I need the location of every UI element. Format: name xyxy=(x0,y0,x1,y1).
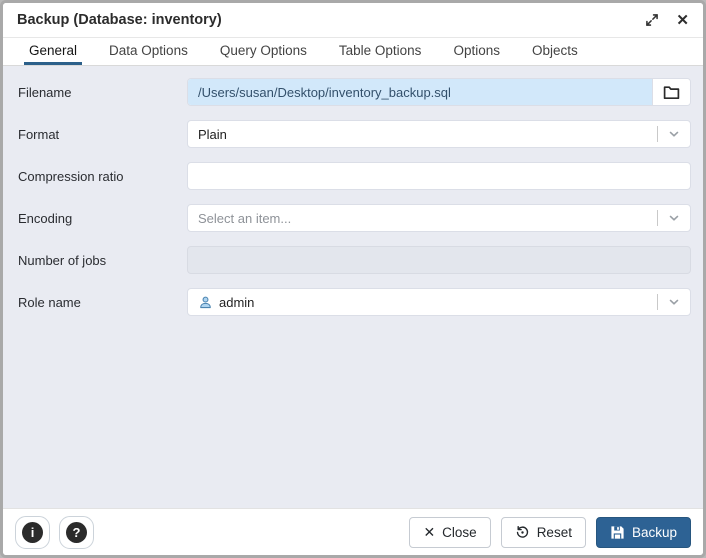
footer: i ? ✕ Close Reset xyxy=(3,508,703,555)
info-icon: i xyxy=(22,522,43,543)
format-label: Format xyxy=(15,127,187,142)
tab-query-options[interactable]: Query Options xyxy=(215,38,312,65)
filename-label: Filename xyxy=(15,85,187,100)
number-of-jobs-control xyxy=(187,246,691,274)
role-name-label: Role name xyxy=(15,295,187,310)
browse-file-button[interactable] xyxy=(652,79,690,105)
tab-options[interactable]: Options xyxy=(448,38,505,65)
role-name-select[interactable]: admin xyxy=(187,288,691,316)
titlebar: Backup (Database: inventory) ✕ xyxy=(3,3,703,38)
compression-ratio-control xyxy=(187,162,691,190)
dialog-title-object: inventory xyxy=(152,12,217,28)
maximize-icon[interactable] xyxy=(645,13,659,27)
compression-ratio-row: Compression ratio xyxy=(15,162,691,190)
encoding-label: Encoding xyxy=(15,211,187,226)
dialog-title-prefix: Backup (Database: xyxy=(17,12,152,28)
filename-row: Filename xyxy=(15,78,691,106)
tab-data-options[interactable]: Data Options xyxy=(104,38,193,65)
close-button-label: Close xyxy=(442,525,477,540)
backup-dialog: Backup (Database: inventory) ✕ General D… xyxy=(0,0,706,558)
role-name-value: admin xyxy=(219,295,657,310)
reset-button-label: Reset xyxy=(537,525,572,540)
compression-ratio-label: Compression ratio xyxy=(15,169,187,184)
filename-input[interactable] xyxy=(188,79,652,105)
filename-control xyxy=(187,78,691,106)
backup-button-label: Backup xyxy=(632,525,677,540)
help-button[interactable]: ? xyxy=(59,516,94,549)
info-button[interactable]: i xyxy=(15,516,50,549)
role-name-row: Role name admin xyxy=(15,288,691,316)
number-of-jobs-label: Number of jobs xyxy=(15,253,187,268)
number-of-jobs-input xyxy=(188,247,690,273)
save-icon xyxy=(610,525,625,540)
tab-objects[interactable]: Objects xyxy=(527,38,583,65)
close-x-icon: ✕ xyxy=(423,525,435,539)
tab-table-options[interactable]: Table Options xyxy=(334,38,427,65)
reset-button[interactable]: Reset xyxy=(501,517,586,548)
general-form: Filename Format Plain Compress xyxy=(3,66,703,508)
chevron-down-icon[interactable] xyxy=(658,211,690,225)
chevron-down-icon[interactable] xyxy=(658,295,690,309)
chevron-down-icon[interactable] xyxy=(658,127,690,141)
user-icon xyxy=(198,295,213,310)
format-select[interactable]: Plain xyxy=(187,120,691,148)
backup-button[interactable]: Backup xyxy=(596,517,691,548)
reset-icon xyxy=(515,525,530,540)
close-button[interactable]: ✕ Close xyxy=(409,517,490,548)
encoding-row: Encoding Select an item... xyxy=(15,204,691,232)
dialog-title-suffix: ) xyxy=(217,12,222,28)
encoding-placeholder: Select an item... xyxy=(188,211,657,226)
format-row: Format Plain xyxy=(15,120,691,148)
number-of-jobs-row: Number of jobs xyxy=(15,246,691,274)
dialog-title: Backup (Database: inventory) xyxy=(17,12,222,28)
title-actions: ✕ xyxy=(645,13,689,28)
tab-general[interactable]: General xyxy=(24,38,82,65)
help-icon: ? xyxy=(66,522,87,543)
folder-icon xyxy=(663,85,680,100)
encoding-select[interactable]: Select an item... xyxy=(187,204,691,232)
compression-ratio-input[interactable] xyxy=(188,163,690,189)
footer-actions: ✕ Close Reset Backup xyxy=(409,517,691,548)
tabbar: General Data Options Query Options Table… xyxy=(3,38,703,66)
format-value: Plain xyxy=(188,127,657,142)
close-icon[interactable]: ✕ xyxy=(676,13,689,28)
